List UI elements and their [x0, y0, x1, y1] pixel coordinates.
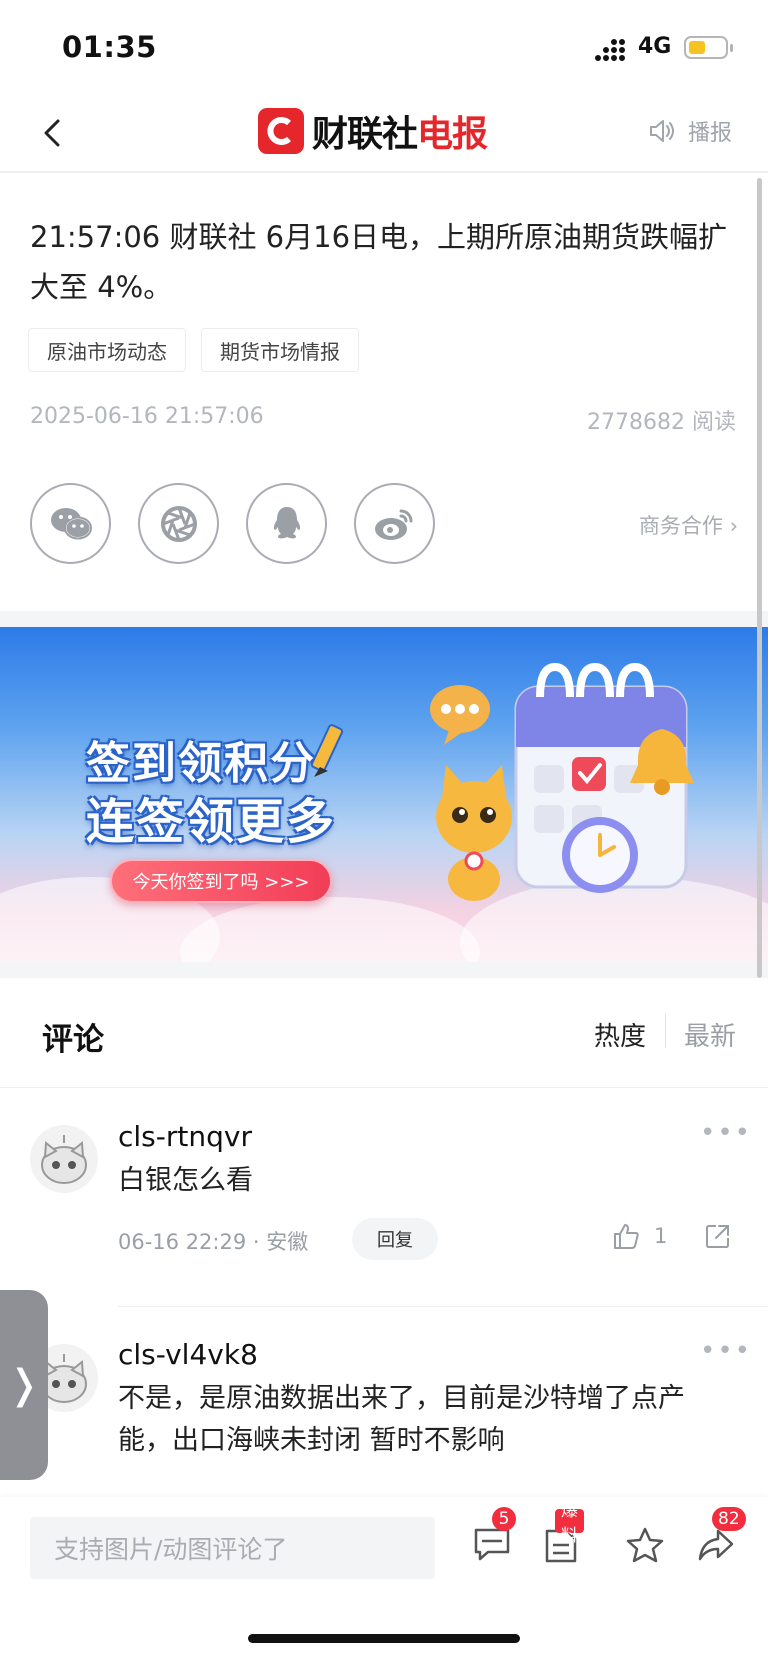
broadcast-label: 播报 — [688, 121, 733, 146]
bottom-action-bar: 支持图片/动图评论了 5 爆料 82 — [0, 1497, 768, 1663]
thumbs-up-icon — [614, 1224, 639, 1249]
banner-title-2: 连签领更多 — [86, 794, 337, 850]
share-row — [30, 483, 462, 564]
sort-by-latest-tab[interactable]: 最新 — [684, 1016, 736, 1053]
back-arrow-icon[interactable] — [38, 113, 68, 153]
comment-input[interactable]: 支持图片/动图评论了 — [30, 1517, 435, 1579]
cls-logo-icon — [258, 108, 304, 154]
side-expand-tab[interactable]: ❭ — [0, 1290, 48, 1480]
publish-date: 2025-06-16 21:57:06 — [30, 404, 264, 429]
network-type: 4G — [638, 34, 672, 59]
status-time: 01:35 — [62, 30, 157, 64]
nav-bar: 财联社 电报 播报 — [0, 95, 768, 173]
checkin-banner[interactable]: 签到领积分 连签领更多 今天你签到了吗 >>> — [0, 627, 768, 962]
battery-icon — [684, 36, 733, 59]
broadcast-button[interactable]: 播报 — [648, 115, 732, 147]
share-count-badge: 82 — [712, 1507, 746, 1531]
share-button[interactable]: 82 — [696, 1507, 746, 1569]
comments-header: 评论 热度 最新 — [0, 978, 768, 1088]
more-options-icon[interactable]: ••• — [700, 1118, 752, 1148]
home-indicator — [248, 1634, 520, 1643]
comment-meta: 06-16 22:29 · 安徽 — [118, 1230, 309, 1254]
comment-username[interactable]: cls-vl4vk8 — [118, 1338, 258, 1371]
telegraph-text: 21:57:06 财联社 6月16日电，上期所原油期货跌幅扩大至 4%。 — [30, 220, 728, 304]
tipoff-button[interactable]: 爆料 — [541, 1501, 584, 1569]
checkin-button[interactable]: 今天你签到了吗 >>> — [110, 859, 332, 903]
share-weibo-button[interactable] — [354, 483, 435, 564]
like-button[interactable]: 1 — [612, 1222, 667, 1250]
pencil-icon — [310, 724, 344, 777]
share-wechat-button[interactable] — [30, 483, 111, 564]
comment-username[interactable]: cls-rtnqvr — [118, 1120, 252, 1153]
comments-button[interactable]: 5 — [472, 1507, 516, 1567]
weibo-icon — [374, 509, 412, 540]
logo-c-icon — [267, 117, 292, 145]
comment-item: cls-rtnqvr ••• 白银怎么看 06-16 22:29 · 安徽 回复… — [0, 1088, 768, 1308]
section-divider — [0, 611, 768, 627]
cat-avatar-icon — [41, 1135, 87, 1184]
tag-crude-oil[interactable]: 原油市场动态 — [28, 328, 186, 372]
business-cooperation-link[interactable]: 商务合作 › — [639, 510, 738, 540]
signal-icon — [595, 39, 625, 61]
moments-icon — [160, 505, 197, 542]
wechat-icon — [50, 507, 92, 539]
calendar-illustration-icon — [430, 662, 694, 901]
tag-list: 原油市场动态 期货市场情报 — [28, 328, 374, 372]
favorite-button[interactable] — [625, 1525, 665, 1569]
reply-button[interactable]: 回复 — [352, 1218, 438, 1260]
share-comment-icon[interactable] — [704, 1222, 732, 1250]
brand-logo: 财联社 电报 — [258, 106, 488, 156]
section-divider-2 — [0, 962, 768, 978]
star-icon — [626, 1527, 664, 1563]
scrollbar[interactable] — [757, 178, 762, 978]
share-moments-button[interactable] — [138, 483, 219, 564]
avatar[interactable] — [30, 1125, 98, 1193]
tipoff-badge: 爆料 — [555, 1501, 584, 1546]
qq-icon — [273, 506, 300, 538]
comment-text: 白银怎么看 — [118, 1165, 253, 1196]
comments-title: 评论 — [42, 1022, 104, 1058]
like-count: 1 — [654, 1224, 668, 1248]
share-qq-button[interactable] — [246, 483, 327, 564]
brand-name: 财联社 — [312, 114, 418, 155]
share-arrow-icon — [698, 1529, 734, 1561]
sort-by-hot-tab[interactable]: 热度 — [594, 1016, 646, 1053]
read-count: 2778682 阅读 — [587, 410, 736, 435]
more-options-icon[interactable]: ••• — [700, 1336, 752, 1366]
speaker-icon — [650, 120, 674, 142]
brand-suffix: 电报 — [417, 114, 488, 155]
comment-text: 不是，是原油数据出来了，目前是沙特增了点产能，出口海峡未封闭 暂时不影响 — [118, 1383, 685, 1456]
comment-count-badge: 5 — [492, 1507, 516, 1531]
comment-item: cls-vl4vk8 ••• 不是，是原油数据出来了，目前是沙特增了点产能，出口… — [0, 1308, 768, 1498]
status-bar: 01:35 4G — [0, 0, 768, 95]
tag-futures[interactable]: 期货市场情报 — [201, 328, 359, 372]
